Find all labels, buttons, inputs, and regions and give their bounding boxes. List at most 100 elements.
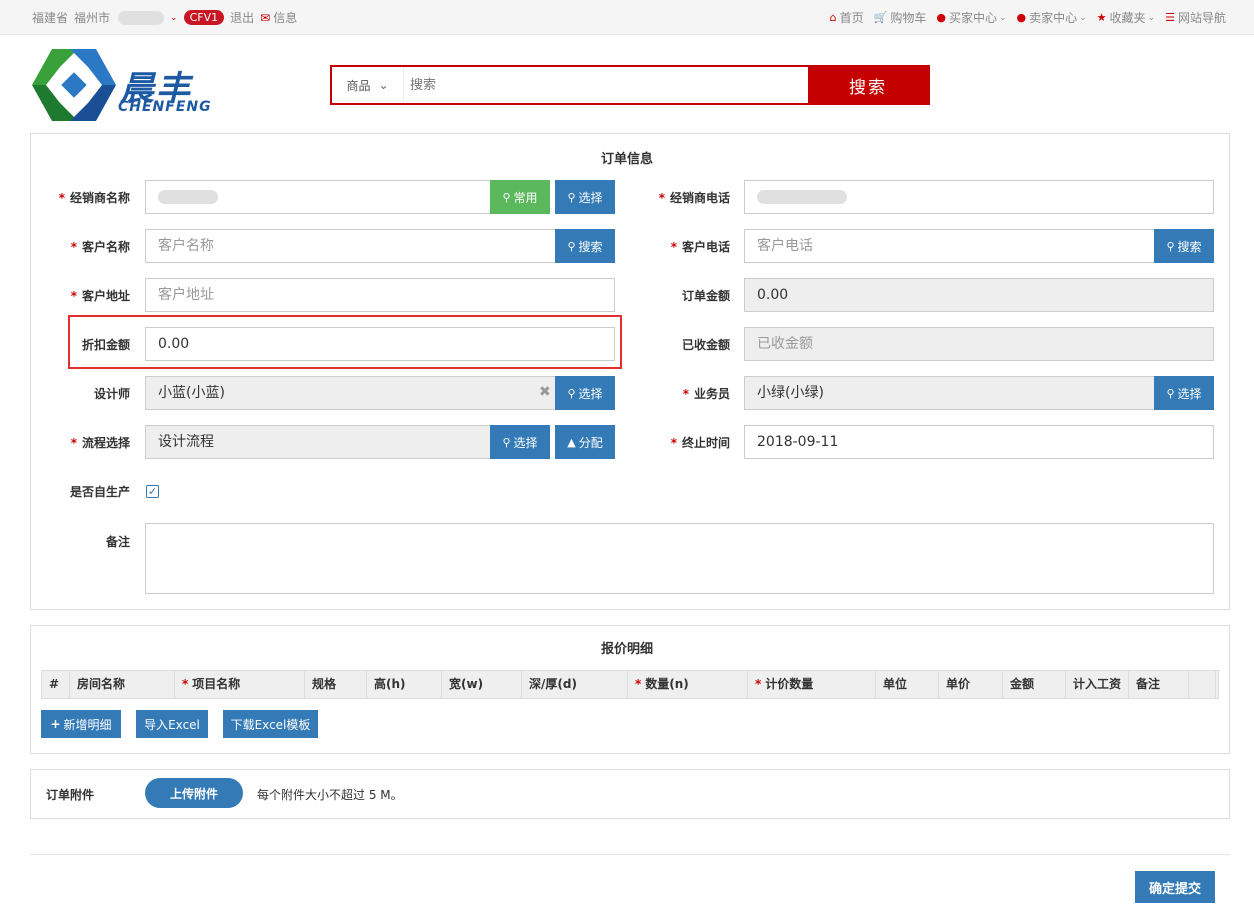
mail-icon: ✉ <box>260 10 271 25</box>
column-header: 备注 <box>1129 671 1189 698</box>
search-customer-button[interactable]: ⚲ 搜索 <box>555 229 615 263</box>
plus-icon: + <box>50 717 61 731</box>
star-icon: ★ <box>1096 11 1107 24</box>
distribute-button[interactable]: ▲ 分配 <box>555 425 615 459</box>
dealer-name-label: * 经销商名称 <box>58 191 130 205</box>
flow-field: 设计流程 <box>145 425 491 459</box>
attachment-label: 订单附件 <box>46 788 95 802</box>
remark-textarea[interactable] <box>145 523 1214 594</box>
column-header: * 计价数量 <box>748 671 876 698</box>
user-icon: ● <box>936 11 946 24</box>
self-produce-checkbox[interactable]: ✓ <box>146 485 159 498</box>
column-header: 单价 <box>939 671 1003 698</box>
search-button[interactable]: 搜索 <box>808 67 928 103</box>
search-icon: ⚲ <box>502 435 511 449</box>
search-icon: ⚲ <box>567 190 576 204</box>
customer-address-label: * 客户地址 <box>70 289 130 303</box>
search-phone-button[interactable]: ⚲ 搜索 <box>1154 229 1214 263</box>
dealer-name-field[interactable] <box>145 180 491 214</box>
chevron-down-icon: ⌄ <box>998 12 1007 23</box>
column-header: 房间名称 <box>70 671 175 698</box>
user-icon: ● <box>1016 11 1027 24</box>
search-input[interactable] <box>404 67 808 103</box>
chenfeng-logo-mark <box>32 49 116 121</box>
customer-phone-label: * 客户电话 <box>670 240 730 254</box>
city-selector[interactable]: 福州市 <box>74 9 110 26</box>
province-label: 福建省 <box>32 11 69 25</box>
top-bar: 福建省 福州市 ⌄ CFV1 退出 ✉ 信息 ⌂ 首页 🛒 购物车 ● 买家中心 ⌄ ● 卖家中… <box>0 0 1254 35</box>
search-icon: ⚲ <box>1166 239 1175 253</box>
upload-attachment-button[interactable]: 上传附件 <box>145 778 243 808</box>
chevron-down-icon[interactable]: ⌄ <box>170 13 178 23</box>
download-template-button[interactable]: 下载Excel模板 <box>223 710 318 738</box>
search-icon: ⚲ <box>567 386 576 400</box>
received-amount-label: 已收金额 <box>681 338 730 352</box>
user-level-badge: CFV1 <box>183 10 225 25</box>
order-info-title: 订单信息 <box>600 152 653 167</box>
customer-address-input[interactable]: 客户地址 <box>145 278 615 312</box>
dealer-phone-label: * 经销商电话 <box>658 191 730 205</box>
chevron-down-icon: ⌄ <box>1147 12 1156 23</box>
import-excel-button[interactable]: 导入Excel <box>136 710 208 738</box>
remark-label: 备注 <box>105 535 130 549</box>
cart-icon: 🛒 <box>873 11 888 24</box>
top-nav-link-1[interactable]: 🛒 购物车 <box>874 9 927 26</box>
chevron-down-icon: ⌄ <box>1079 12 1087 23</box>
top-nav-link-3[interactable]: ● 卖家中心 ⌄ <box>1017 9 1087 26</box>
dealer-phone-field[interactable] <box>744 180 1214 214</box>
column-header: 深/厚(d) <box>522 671 628 698</box>
search-icon: ⚲ <box>502 190 511 204</box>
search-icon: ⚲ <box>567 239 576 253</box>
column-header: 金额 <box>1003 671 1066 698</box>
top-nav-link-5[interactable]: ☰ 网站导航 <box>1165 9 1226 26</box>
order-amount-field: 0.00 <box>744 278 1214 312</box>
column-header: * 数量(n) <box>628 671 748 698</box>
chevron-down-icon: ⌄ <box>378 78 389 92</box>
select-salesman-button[interactable]: ⚲ 选择 <box>1154 376 1214 410</box>
sitemap-icon: ▲ <box>567 435 576 449</box>
customer-phone-input[interactable]: 客户电话 <box>744 229 1155 263</box>
logo-text-en: CHENFENG <box>118 99 212 115</box>
search-category-select[interactable]: 商品 ⌄ <box>332 67 404 103</box>
deadline-label: * 终止时间 <box>670 436 730 450</box>
designer-label: 设计师 <box>93 387 130 401</box>
column-header: * 项目名称 <box>175 671 305 698</box>
discount-label: 折扣金额 <box>81 338 130 352</box>
logout-link[interactable]: 退出 <box>230 9 254 26</box>
select-flow-button[interactable]: ⚲ 选择 <box>490 425 550 459</box>
quote-detail-title: 报价明细 <box>600 642 653 657</box>
salesman-field: 小绿(小绿) <box>744 376 1155 410</box>
order-amount-label: 订单金额 <box>681 289 730 303</box>
received-amount-field: 已收金额 <box>744 327 1214 361</box>
customer-name-input[interactable]: 客户名称 <box>145 229 556 263</box>
column-header: 宽(w) <box>442 671 522 698</box>
footer-divider <box>30 854 1230 855</box>
top-nav-link-0[interactable]: ⌂ 首页 <box>830 9 864 26</box>
designer-field: 小蓝(小蓝) <box>145 376 556 410</box>
site-logo[interactable]: 晨丰 CHENFENG <box>32 47 232 123</box>
top-nav-link-2[interactable]: ● 买家中心 ⌄ <box>936 9 1006 26</box>
common-dealer-button[interactable]: ⚲ 常用 <box>490 180 550 214</box>
column-header: 计入工资 <box>1066 671 1129 698</box>
clear-icon[interactable]: ✖ <box>539 384 551 400</box>
submit-button[interactable]: 确定提交 <box>1135 871 1215 903</box>
messages-link[interactable]: 信息 <box>273 9 297 26</box>
top-nav-link-4[interactable]: ★ 收藏夹 ⌄ <box>1097 9 1155 26</box>
discount-input[interactable]: 0.00 <box>145 327 615 361</box>
select-dealer-button[interactable]: ⚲ 选择 <box>555 180 615 214</box>
select-designer-button[interactable]: ⚲ 选择 <box>555 376 615 410</box>
add-detail-button[interactable]: + 新增明细 <box>41 710 121 738</box>
search-icon: ⚲ <box>1166 386 1175 400</box>
quote-table-header: # 房间名称 * 项目名称 规格 高(h) 宽(w) 深/厚(d) * 数量(n) * 计价数量 单位单… <box>41 670 1219 699</box>
customer-name-label: * 客户名称 <box>70 240 130 254</box>
attachment-hint: 每个附件大小不超过 5 M。 <box>257 788 403 802</box>
flow-label: * 流程选择 <box>70 436 130 450</box>
username-blurred <box>118 10 165 25</box>
column-header <box>1189 671 1216 698</box>
home-icon: ⌂ <box>829 11 837 24</box>
top-bar-left: 福建省 福州市 ⌄ CFV1 退出 ✉ 信息 <box>32 0 303 35</box>
top-bar-right: ⌂ 首页 🛒 购物车 ● 买家中心 ⌄ ● 卖家中心 ⌄ ★ 收藏夹 ⌄ ☰ 网站导航 <box>820 0 1226 35</box>
list-icon: ☰ <box>1165 11 1175 24</box>
deadline-input[interactable]: 2018-09-11 <box>744 425 1214 459</box>
search-bar: 商品 ⌄ 搜索 <box>330 65 930 105</box>
